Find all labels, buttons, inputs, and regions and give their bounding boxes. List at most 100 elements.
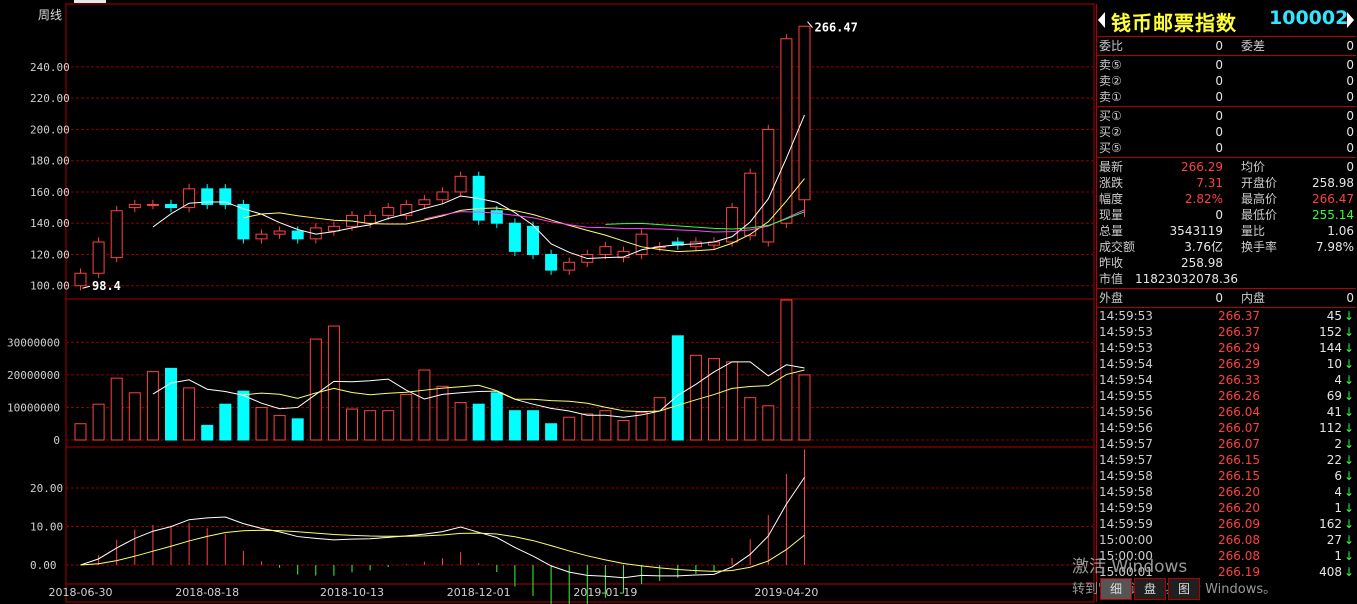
tick-time: 14:59:54	[1099, 373, 1153, 387]
x-axis-label: 2019-01-19	[573, 586, 637, 599]
next-stock-icon[interactable]	[1347, 12, 1354, 28]
sell-order-label: 卖①	[1099, 90, 1122, 104]
tick-volume: 162	[1319, 517, 1342, 531]
tick-time: 14:59:54	[1099, 357, 1153, 371]
price-tick-label: 240.00	[30, 61, 70, 74]
tick-row: 14:59:57 266.15 22 ↓	[1097, 452, 1356, 468]
volume-bar-down	[237, 390, 250, 441]
macd-tick-label: 10.00	[30, 521, 63, 534]
candle-body-up	[599, 246, 612, 255]
candle-body-up	[110, 210, 123, 259]
inner-value: 0	[1346, 291, 1354, 305]
tick-down-arrow-icon: ↓	[1343, 437, 1354, 451]
avg-label: 均价	[1241, 160, 1266, 174]
tick-time: 15:00:00	[1099, 533, 1153, 547]
tick-down-arrow-icon: ↓	[1343, 485, 1354, 499]
volume-bar-up	[762, 405, 775, 441]
order-ratio-section: 委比 0 委差 0	[1097, 37, 1356, 56]
low-annotation: 98.4	[92, 279, 121, 293]
outer-label: 外盘	[1099, 291, 1124, 305]
sell-order-label: 卖②	[1099, 74, 1122, 88]
tab-detail[interactable]: 细	[1100, 578, 1132, 600]
tick-volume: 152	[1319, 325, 1342, 339]
tick-row: 15:00:00 266.08 27 ↓	[1097, 532, 1356, 548]
sell-order-price: 0	[1215, 74, 1223, 88]
outer-value: 0	[1215, 291, 1223, 305]
tab-pan[interactable]: 盘	[1134, 578, 1166, 600]
tick-list[interactable]: 14:59:53 266.37 45 ↓ 14:59:53 266.37 152 ↓ 14:59…	[1097, 308, 1356, 580]
candle-body-up	[273, 230, 286, 235]
high-label: 最高价	[1241, 192, 1278, 206]
chart-area[interactable]: 100.00 120.00 140.00 160.00 180.00 200.00 220.…	[0, 0, 1095, 604]
amount-label: 成交额	[1099, 240, 1136, 254]
tick-volume: 41	[1326, 405, 1342, 419]
tick-down-arrow-icon: ↓	[1343, 533, 1354, 547]
inner-label: 内盘	[1241, 291, 1266, 305]
volume-tick-label: 10000000	[7, 401, 60, 414]
chart-frame	[65, 3, 1095, 603]
volume-bar-down	[219, 403, 232, 441]
price-tick-label: 140.00	[30, 217, 70, 230]
wei-cha-label: 委差	[1241, 39, 1266, 53]
tick-time: 14:59:55	[1099, 389, 1153, 403]
volume-bar-up	[653, 397, 666, 441]
tick-price: 266.08	[1218, 549, 1260, 563]
volume-bar-up	[382, 410, 395, 441]
x-axis-label: 2018-12-01	[447, 586, 511, 599]
tick-price: 266.37	[1218, 309, 1260, 323]
tick-row: 14:59:54 266.29 10 ↓	[1097, 356, 1356, 372]
tick-volume: 408	[1319, 565, 1342, 579]
tick-price: 266.04	[1218, 405, 1260, 419]
turnover-value: 7.98%	[1315, 240, 1354, 254]
cur-vol-value: 0	[1215, 208, 1223, 222]
tick-volume: 112	[1319, 421, 1342, 435]
wei-bi-value: 0	[1215, 39, 1223, 53]
tick-volume: 45	[1326, 309, 1342, 323]
tick-price: 266.08	[1218, 533, 1260, 547]
candle-body-up	[436, 191, 449, 201]
volume-bar-up	[689, 354, 702, 441]
volume-bar-up	[563, 416, 576, 441]
tick-time: 14:59:53	[1099, 341, 1153, 355]
candle-body-up	[255, 233, 268, 240]
tab-chart[interactable]: 图	[1168, 578, 1200, 600]
volume-tick-label: 0	[53, 434, 60, 447]
candle-body-up	[382, 207, 395, 216]
candle-body-up	[146, 203, 159, 206]
candle-body-down	[165, 203, 177, 209]
volume-bar-up	[110, 377, 123, 441]
volume-bar-down	[201, 424, 214, 441]
tick-price: 266.15	[1218, 469, 1260, 483]
price-tick-label: 180.00	[30, 155, 70, 168]
sell-order-volume: 0	[1346, 90, 1354, 104]
tick-volume: 6	[1334, 469, 1342, 483]
candle-body-up	[418, 199, 431, 205]
volume-bar-down	[472, 403, 485, 441]
prev-stock-icon[interactable]	[1098, 12, 1105, 28]
wei-bi-label: 委比	[1099, 39, 1124, 53]
candle-body-up	[454, 175, 467, 193]
tick-price: 266.09	[1218, 517, 1260, 531]
volume-bar-up	[581, 413, 594, 441]
tick-price: 266.26	[1218, 389, 1260, 403]
candle-body-up	[74, 272, 87, 287]
volume-bar-up	[364, 410, 377, 441]
candle-body-up	[327, 225, 340, 232]
tick-price: 266.29	[1218, 341, 1260, 355]
prev-close-label: 昨收	[1099, 256, 1124, 270]
cur-vol-label: 现量	[1099, 208, 1124, 222]
turnover-label: 换手率	[1241, 240, 1278, 254]
buy-order-volume: 0	[1346, 109, 1354, 123]
tick-row: 14:59:55 266.26 69 ↓	[1097, 388, 1356, 404]
tick-down-arrow-icon: ↓	[1343, 517, 1354, 531]
x-axis-label: 2019-04-20	[754, 586, 818, 599]
x-axis-label: 2018-10-13	[320, 586, 384, 599]
macd-tick-label: 20.00	[30, 482, 63, 495]
tick-row: 14:59:56 266.04 41 ↓	[1097, 404, 1356, 420]
candle-body-up	[744, 172, 757, 237]
tick-time: 14:59:58	[1099, 485, 1153, 499]
tick-row: 14:59:59 266.20 1 ↓	[1097, 500, 1356, 516]
tick-down-arrow-icon: ↓	[1343, 341, 1354, 355]
x-axis-label: 2018-06-30	[49, 586, 113, 599]
tick-down-arrow-icon: ↓	[1343, 325, 1354, 339]
